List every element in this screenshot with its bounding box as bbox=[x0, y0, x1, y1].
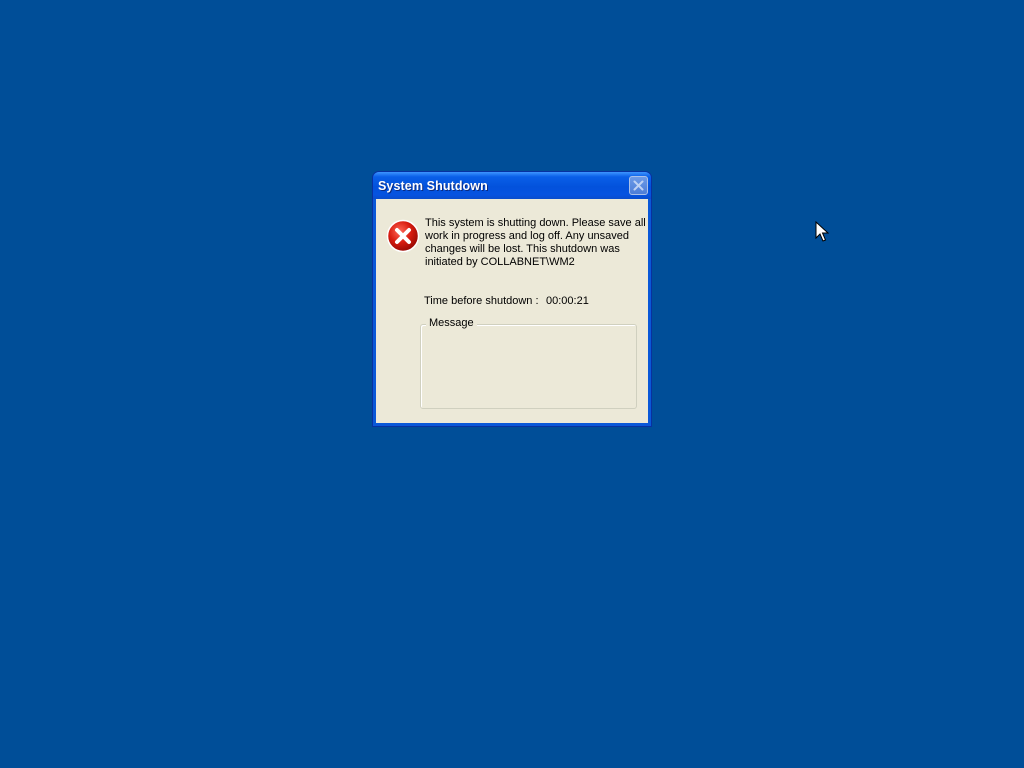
close-button[interactable] bbox=[629, 176, 648, 195]
message-content bbox=[427, 335, 630, 402]
countdown-value: 00:00:21 bbox=[546, 295, 589, 307]
time-before-shutdown-label: Time before shutdown : bbox=[424, 295, 539, 307]
close-icon bbox=[633, 180, 644, 191]
title-bar[interactable]: System Shutdown bbox=[373, 172, 651, 199]
system-shutdown-dialog: System Shutdown This system is shutting … bbox=[372, 171, 652, 427]
dialog-body: This system is shutting down. Please sav… bbox=[376, 199, 648, 423]
message-groupbox: Message bbox=[420, 317, 637, 409]
dialog-title: System Shutdown bbox=[378, 179, 488, 193]
mouse-pointer-icon bbox=[815, 221, 829, 242]
error-icon bbox=[386, 219, 420, 253]
shutdown-message: This system is shutting down. Please sav… bbox=[425, 217, 646, 268]
message-groupbox-label: Message bbox=[426, 317, 477, 329]
